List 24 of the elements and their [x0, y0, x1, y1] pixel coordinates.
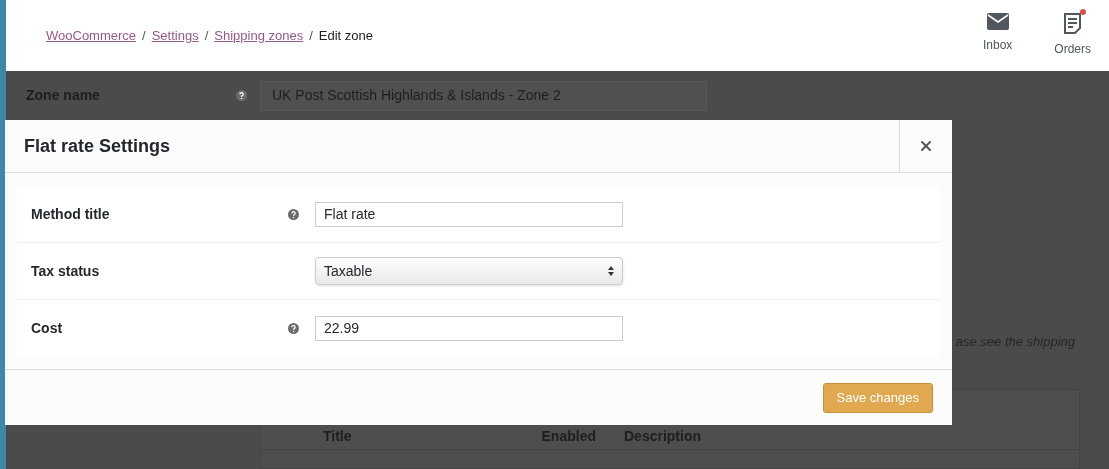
field-label: Method title: [30, 204, 111, 224]
close-icon: [918, 138, 934, 154]
help-icon: [288, 323, 299, 334]
text-field[interactable]: Flat rate: [315, 201, 623, 227]
select-value: Taxable: [324, 261, 373, 281]
breadcrumb-current: Edit zone: [318, 26, 374, 45]
header-action-button[interactable]: Orders: [1054, 12, 1091, 58]
field-label: Cost: [30, 319, 64, 338]
breadcrumb-separator: /: [309, 26, 313, 45]
document-icon: [1064, 12, 1082, 34]
breadcrumb-link[interactable]: WooCommerce: [46, 25, 137, 45]
breadcrumb-separator: /: [142, 26, 146, 45]
envelope-icon: [986, 12, 1009, 30]
modal-title: Flat rate Settings: [23, 134, 172, 158]
header-action-button[interactable]: Inbox: [982, 12, 1013, 58]
select-arrows-icon: [608, 266, 614, 276]
breadcrumb-link[interactable]: Shipping zones: [214, 25, 304, 45]
help-icon: [236, 90, 247, 101]
help-icon: [288, 208, 299, 220]
breadcrumb-separator: /: [204, 26, 209, 45]
field-label: Tax status: [30, 261, 101, 281]
breadcrumb-link[interactable]: Settings: [151, 25, 199, 45]
text-field[interactable]: 22.99: [315, 316, 623, 341]
tax-status-select[interactable]: Taxable: [315, 257, 623, 285]
